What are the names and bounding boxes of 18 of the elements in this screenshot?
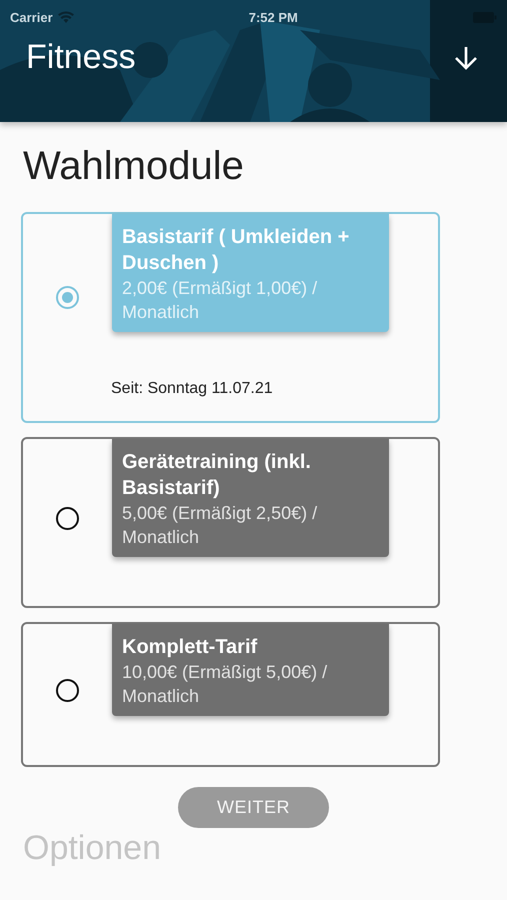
start-date: Seit: Sonntag 11.07.21 (111, 380, 274, 398)
tariff-title: Gerätetraining (inkl. Basistarif) (122, 450, 312, 501)
tariff-title: Komplett-Tarif (122, 635, 258, 660)
module-card[interactable]: Gerätetraining (inkl. Basistarif) 5,00€ (Ermäßigt 2,50€) / Monatlich (21, 437, 440, 608)
radio-button[interactable] (56, 286, 79, 308)
section-title: Wahlmodule (23, 144, 245, 188)
carrier-label: Carrier (10, 10, 53, 24)
module-card[interactable]: Basistarif ( Umkleiden + Duschen ) 2,00€ (Ermäßigt 1,00€) / Monatlich Seit: Sonntag 11.07.21 (21, 212, 440, 423)
radio-button[interactable] (56, 678, 79, 702)
tariff-title: Basistarif ( Umkleiden + Duschen ) (122, 225, 350, 276)
module-card[interactable]: Komplett-Tarif 10,00€ (Ermäßigt 5,00€) / Monatlich (21, 622, 440, 767)
wifi-icon (58, 11, 74, 23)
status-time: 7:52 PM (248, 10, 298, 24)
tariff-price: 10,00€ (Ermäßigt 5,00€) / Monatlich (122, 661, 328, 708)
tariff-price: 5,00€ (Ermäßigt 2,50€) / Monatlich (122, 502, 318, 549)
page-title: Fitness (26, 38, 136, 77)
radio-button[interactable] (56, 506, 79, 530)
tariff-price: 2,00€ (Ermäßigt 1,00€) / Monatlich (122, 277, 318, 324)
